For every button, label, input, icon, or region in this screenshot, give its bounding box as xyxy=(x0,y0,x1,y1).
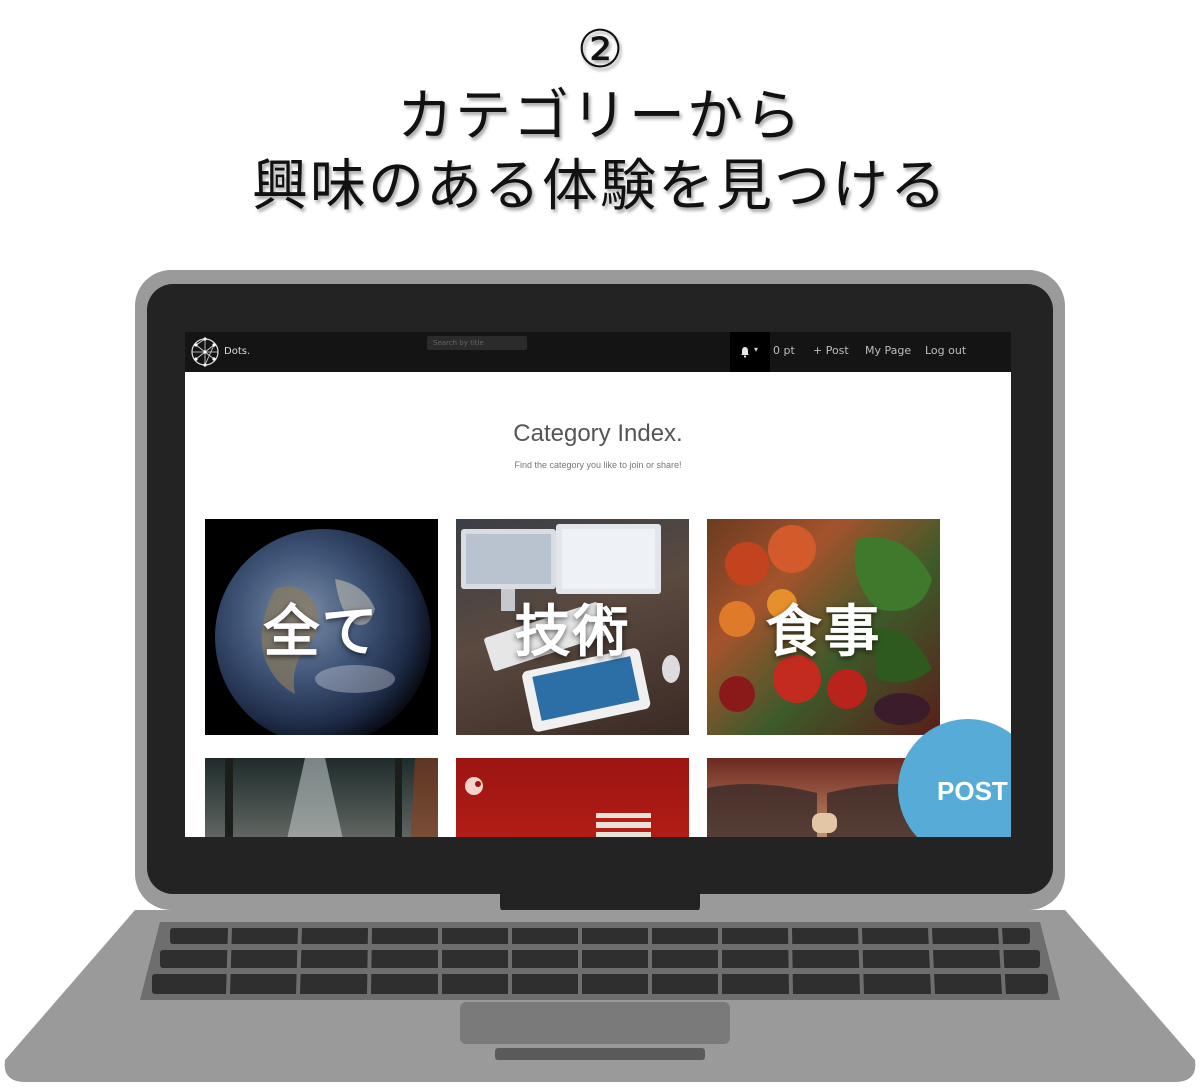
post-link[interactable]: + Post xyxy=(813,344,849,357)
category-label xyxy=(456,758,689,837)
laptop-keyboard-base xyxy=(0,910,1200,1090)
notification-menu[interactable]: ▾ xyxy=(730,332,770,372)
category-label: 全て xyxy=(263,599,380,665)
post-fab-label: POST xyxy=(937,776,1008,806)
page-title: Category Index. xyxy=(513,420,683,447)
chevron-down-icon: ▾ xyxy=(754,345,759,354)
step-number: ② xyxy=(576,20,624,80)
my-page-link[interactable]: My Page xyxy=(865,344,911,357)
category-tile-hobby[interactable] xyxy=(456,758,689,837)
keyboard-illustration xyxy=(4,910,1196,1082)
category-label: 食事 xyxy=(765,599,882,665)
page-subtitle: Find the category you like to join or sh… xyxy=(514,460,682,470)
category-label xyxy=(205,758,438,837)
category-tile-tech[interactable]: 技術 xyxy=(456,519,689,735)
heading-line-2: 興味のある体験を見つける xyxy=(252,154,948,219)
dots-logo-icon[interactable] xyxy=(188,335,222,369)
category-label: 技術 xyxy=(514,599,631,665)
laptop-screen: Dots. Search by title ▾ 0 pt + Post My P… xyxy=(185,332,1011,837)
brand-name[interactable]: Dots. xyxy=(224,346,250,357)
category-tile-food[interactable]: 食事 xyxy=(707,519,940,735)
laptop-hinge xyxy=(500,880,700,914)
post-fab-button[interactable]: POST xyxy=(898,719,1011,837)
points-link[interactable]: 0 pt xyxy=(773,344,795,357)
heading-line-1: カテゴリーから xyxy=(397,84,803,149)
category-tile-nature[interactable] xyxy=(205,758,438,837)
search-input[interactable]: Search by title xyxy=(427,336,527,350)
top-navbar: Dots. Search by title ▾ 0 pt + Post My P… xyxy=(185,332,1011,372)
promo-heading: ② カテゴリーから 興味のある体験を見つける xyxy=(0,18,1200,222)
logout-link[interactable]: Log out xyxy=(925,344,966,357)
category-tile-all[interactable]: 全て xyxy=(205,519,438,735)
bell-icon xyxy=(741,347,749,358)
